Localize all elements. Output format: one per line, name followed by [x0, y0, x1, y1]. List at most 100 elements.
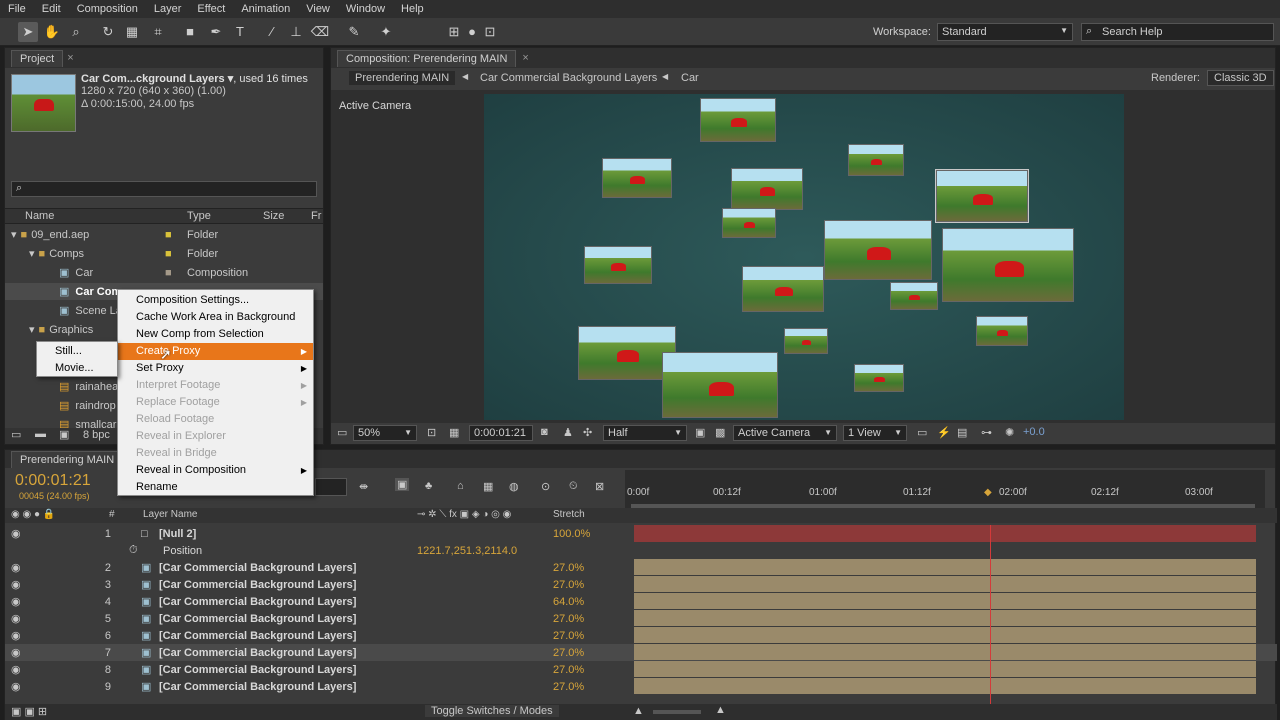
menu-file[interactable]: File [0, 3, 34, 15]
pan-behind-tool-icon[interactable]: ⌗ [148, 22, 168, 42]
brainstorm-icon[interactable]: ◍ [509, 480, 519, 493]
eye-icon[interactable]: ◉ [11, 527, 21, 540]
layer-stretch[interactable]: 1221.7,251.3,2114.0 [417, 545, 517, 557]
layer-duration-bar[interactable] [634, 593, 1256, 609]
null-layer-bar[interactable] [634, 525, 1256, 542]
zoom-in-icon[interactable]: ▲ [715, 704, 726, 716]
rotate-tool-icon[interactable]: ↻ [98, 22, 118, 42]
draft-3d-icon[interactable]: ▣ [395, 478, 410, 491]
rectangle-tool-icon[interactable]: ■ [180, 22, 200, 42]
layer-name[interactable]: [Car Commercial Background Layers] [159, 579, 356, 591]
eye-icon[interactable]: ◉ [11, 612, 21, 625]
column-type[interactable]: Type [187, 210, 211, 222]
menu-effect[interactable]: Effect [189, 3, 233, 15]
timeline-link-icon[interactable]: ▤ [957, 426, 967, 439]
column-fr[interactable]: Fr [311, 210, 321, 222]
close-icon[interactable]: × [67, 52, 73, 64]
close-icon[interactable]: × [522, 52, 528, 64]
renderer-select[interactable]: Classic 3D [1207, 70, 1274, 86]
toggle-switches-modes[interactable]: Toggle Switches / Modes [425, 705, 559, 717]
context-menu-item[interactable]: Create Proxy ▶ [118, 343, 313, 360]
show-snapshot-icon[interactable]: ♟ [563, 426, 573, 439]
eye-icon[interactable]: ◉ [11, 663, 21, 676]
layer-stretch[interactable]: 64.0% [553, 596, 584, 608]
layer-stretch[interactable]: 100.0% [553, 528, 590, 540]
layer-duration-bar[interactable] [634, 610, 1256, 626]
layer-thumbnail[interactable] [722, 208, 776, 238]
world-axis-icon[interactable]: ● [462, 22, 482, 42]
interpret-footage-icon[interactable]: ▭ [11, 428, 21, 441]
tree-row[interactable]: ▾ ■ Comps ■ Folder [5, 245, 323, 262]
color-channel-icon[interactable]: ✣ [583, 426, 592, 439]
layer-thumbnail[interactable] [824, 220, 932, 280]
playhead-handle[interactable]: ◆ [984, 487, 992, 498]
item-name-text[interactable]: Car Com...ckground Layers ▾ [81, 73, 233, 85]
layer-thumbnail[interactable] [584, 246, 652, 284]
context-menu-item[interactable]: Set Proxy ▶ [118, 360, 313, 377]
layer-name[interactable]: Position [163, 545, 202, 557]
flowchart-icon[interactable]: ⊶ [981, 426, 992, 439]
hide-shy-icon[interactable]: ♣ [425, 480, 432, 492]
layer-stretch[interactable]: 27.0% [553, 664, 584, 676]
layer-name[interactable]: [Car Commercial Background Layers] [159, 664, 356, 676]
breadcrumb-item[interactable]: Prerendering MAIN [349, 71, 456, 85]
zoom-select[interactable]: 50% ▼ [353, 425, 417, 441]
eye-icon[interactable]: ◉ [11, 646, 21, 659]
layer-stretch[interactable]: 27.0% [553, 613, 584, 625]
disclosure-down-icon[interactable]: ▾ [29, 247, 35, 260]
region-of-interest-icon[interactable]: ⊡ [427, 426, 436, 439]
search-help-field[interactable]: ⌕ Search Help [1081, 23, 1274, 41]
disclosure-down-icon[interactable]: ▾ [29, 323, 35, 336]
eye-icon[interactable]: ◉ [11, 561, 21, 574]
menu-composition[interactable]: Composition [69, 3, 146, 15]
current-time-field[interactable]: 0:00:01:21 [469, 425, 533, 441]
selection-tool-icon[interactable]: ➤ [18, 22, 38, 42]
column-layer-name[interactable]: Layer Name [143, 509, 197, 520]
layer-thumbnail[interactable] [742, 266, 824, 312]
checkerboard-icon[interactable]: ▩ [715, 426, 725, 439]
timeline-zoom-slider[interactable] [653, 710, 701, 714]
layer-duration-bar[interactable] [634, 559, 1256, 575]
layer-thumbnail[interactable] [784, 328, 828, 354]
breadcrumb-item[interactable]: Car [681, 72, 699, 84]
layer-thumbnail[interactable] [976, 316, 1028, 346]
layer-duration-bar[interactable] [634, 576, 1256, 592]
layer-stretch[interactable]: 27.0% [553, 630, 584, 642]
tab-project[interactable]: Project [11, 49, 64, 67]
always-preview-icon[interactable]: ▭ [337, 426, 347, 439]
views-layout-select[interactable]: 1 View ▼ [843, 425, 907, 441]
eye-icon[interactable]: ◉ [11, 680, 21, 693]
type-tool-icon[interactable]: T [230, 22, 250, 42]
layer-name[interactable]: [Car Commercial Background Layers] [159, 596, 356, 608]
timeline-timecode[interactable]: 0:00:01:21 [15, 472, 91, 490]
frame-blending-icon[interactable]: ⌂ [457, 480, 464, 492]
layer-name[interactable]: [Car Commercial Background Layers] [159, 562, 356, 574]
layer-thumbnail[interactable] [854, 364, 904, 392]
exposure-value[interactable]: +0.0 [1023, 426, 1045, 438]
layer-duration-bar[interactable] [634, 644, 1256, 660]
brush-tool-icon[interactable]: ∕ [262, 22, 282, 42]
layer-duration-bar[interactable] [634, 678, 1256, 694]
new-comp-icon[interactable]: ▣ [59, 428, 69, 441]
pen-tool-icon[interactable]: ✒ [206, 22, 226, 42]
context-menu-item[interactable]: Rename [118, 479, 313, 496]
layer-name[interactable]: [Null 2] [159, 528, 196, 540]
fast-draft-icon[interactable]: ⚡ [937, 426, 951, 439]
layer-stretch[interactable]: 27.0% [553, 681, 584, 693]
context-menu-item[interactable]: New Comp from Selection [118, 326, 313, 343]
layer-duration-bar[interactable] [634, 627, 1256, 643]
menu-edit[interactable]: Edit [34, 3, 69, 15]
context-menu-item[interactable]: Cache Work Area in Background [118, 309, 313, 326]
menu-layer[interactable]: Layer [146, 3, 190, 15]
eye-icon[interactable]: ◉ [11, 578, 21, 591]
roto-brush-tool-icon[interactable]: ✎ [344, 22, 364, 42]
submenu-still[interactable]: Still... [37, 343, 117, 360]
menu-window[interactable]: Window [338, 3, 393, 15]
menu-animation[interactable]: Animation [233, 3, 298, 15]
stopwatch-icon[interactable]: ⏱ [129, 544, 138, 557]
menu-help[interactable]: Help [393, 3, 432, 15]
view-axis-icon[interactable]: ⊡ [480, 22, 500, 42]
layer-duration-bar[interactable] [634, 661, 1256, 677]
layer-thumbnail[interactable] [942, 228, 1074, 302]
comp-flowchart-icon[interactable]: ⇼ [359, 480, 368, 493]
